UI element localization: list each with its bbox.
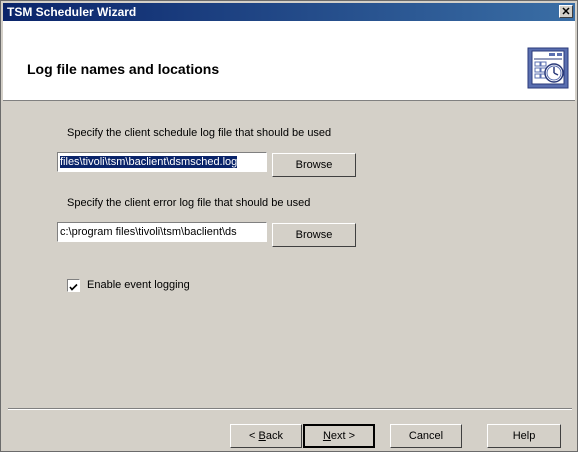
wizard-window: TSM Scheduler Wizard ✕ Log file names an… [0, 0, 578, 452]
next-button[interactable]: Next > [303, 424, 375, 448]
next-rest: ext > [330, 430, 356, 442]
back-prefix: < [249, 430, 259, 442]
footer-separator [8, 408, 572, 410]
schedule-log-input[interactable]: files\tivoli\tsm\baclient\dsmsched.log [57, 152, 267, 172]
schedule-log-browse-button[interactable]: Browse [272, 153, 356, 177]
error-log-label: Specify the client error log file that s… [67, 197, 311, 209]
back-button[interactable]: < Back [230, 424, 302, 448]
close-button[interactable]: ✕ [559, 5, 573, 18]
event-logging-checkbox[interactable] [67, 279, 80, 292]
schedule-log-value: files\tivoli\tsm\baclient\dsmsched.log [60, 156, 238, 168]
window-title: TSM Scheduler Wizard [7, 5, 137, 19]
wizard-header: Log file names and locations [3, 21, 575, 101]
back-accel: B [258, 430, 266, 442]
title-bar[interactable]: TSM Scheduler Wizard ✕ [3, 3, 575, 21]
calendar-clock-icon [527, 47, 569, 89]
error-log-input[interactable]: c:\program files\tivoli\tsm\baclient\ds [57, 222, 267, 242]
page-title: Log file names and locations [27, 61, 220, 77]
back-rest: ack [265, 430, 283, 442]
checkmark-icon [69, 283, 78, 291]
help-button[interactable]: Help [487, 424, 561, 448]
error-log-browse-button[interactable]: Browse [272, 223, 356, 247]
next-accel: N [322, 430, 331, 442]
event-logging-label[interactable]: Enable event logging [87, 279, 190, 291]
error-log-value: c:\program files\tivoli\tsm\baclient\ds [60, 226, 237, 238]
schedule-log-label: Specify the client schedule log file tha… [67, 127, 332, 139]
close-icon: ✕ [561, 6, 571, 18]
cancel-button[interactable]: Cancel [390, 424, 462, 448]
